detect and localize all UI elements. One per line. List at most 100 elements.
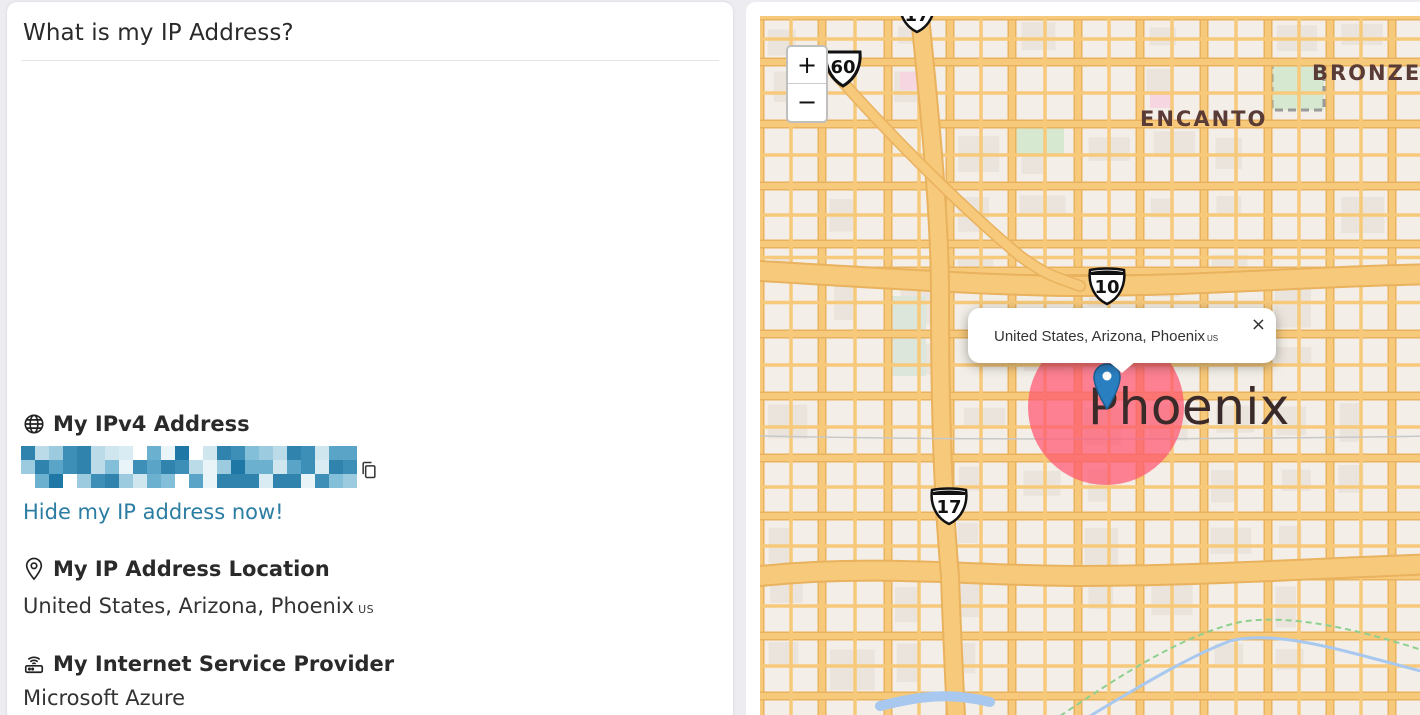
ip-mosaic-pixel (161, 446, 175, 460)
map-block (1339, 403, 1360, 442)
zoom-control: + − (786, 45, 828, 123)
bronze-label: BRONZE (1312, 61, 1420, 85)
map-block (1146, 68, 1175, 93)
ip-mosaic-pixel (287, 446, 301, 460)
ip-mosaic-pixel (119, 474, 133, 488)
ip-mosaic-pixel (245, 460, 259, 474)
copy-icon[interactable] (359, 460, 379, 480)
location-heading: My IP Address Location (23, 557, 330, 581)
map-block (767, 404, 808, 439)
zoom-out-button[interactable]: − (788, 84, 826, 121)
ip-mosaic-pixel (77, 460, 91, 474)
ip-mosaic-pixel (119, 460, 133, 474)
popup-tip (1108, 361, 1136, 373)
popup-country-code: us (1206, 330, 1219, 344)
ip-mosaic-pixel (133, 460, 147, 474)
popup-location: United States, Arizona, Phoenix (994, 328, 1205, 345)
ip-mosaic-pixel (133, 474, 147, 488)
ip-mosaic-pixel (147, 460, 161, 474)
ip-mosaic-pixel (231, 446, 245, 460)
ip-mosaic-pixel (21, 446, 35, 460)
map-block (1210, 527, 1252, 554)
location-map[interactable]: 60 10 17 17 ENCANTO BRONZE Phoenix (760, 16, 1420, 715)
ip-mosaic-pixel (105, 460, 119, 474)
ip-mosaic-pixel (63, 460, 77, 474)
ip-mosaic-pixel (175, 460, 189, 474)
i17-number: 17 (936, 497, 962, 518)
ip-mosaic-pixel (315, 474, 329, 488)
ip-mosaic-pixel (301, 460, 315, 474)
hide-ip-link[interactable]: Hide my IP address now! (23, 500, 284, 524)
ip-mosaic-pixel (343, 474, 357, 488)
neighborhood-label: ENCANTO (1140, 107, 1268, 131)
top-partial-shield: 17 (896, 16, 938, 34)
map-block (1153, 131, 1196, 158)
ip-mosaic-pixel (273, 446, 287, 460)
ip-mosaic-pixel (231, 474, 245, 488)
popup-text: United States, Arizona, Phoenix us (994, 328, 1218, 345)
ip-mosaic-pixel (189, 474, 203, 488)
i10-shield: 10 (1086, 266, 1128, 306)
ip-mosaic-pixel (175, 446, 189, 460)
ip-mosaic-pixel (49, 474, 63, 488)
ip-mosaic-pixel (105, 474, 119, 488)
map-block (1019, 195, 1066, 215)
map-tiles[interactable] (760, 16, 1420, 715)
map-block (959, 584, 979, 618)
ip-mosaic-pixel (343, 446, 357, 460)
ip-mosaic-pixel (147, 446, 161, 460)
map-card: 60 10 17 17 ENCANTO BRONZE Phoenix (746, 2, 1420, 715)
map-block (1023, 470, 1061, 496)
ip-mosaic-pixel (105, 446, 119, 460)
ip-mosaic-pixel (189, 460, 203, 474)
ip-mosaic-pixel (133, 446, 147, 460)
popup-close-button[interactable]: × (1251, 314, 1266, 335)
ip-mosaic-pixel (231, 460, 245, 474)
map-block (1084, 527, 1119, 569)
ip-mosaic-pixel (273, 474, 287, 488)
ip-mosaic-pixel (217, 446, 231, 460)
country-code: us (358, 599, 375, 617)
ip-mosaic-pixel (175, 474, 189, 488)
ip-mosaic-pixel (161, 460, 175, 474)
ip-mosaic-pixel (245, 474, 259, 488)
ip-mosaic-pixel (259, 474, 273, 488)
location-value: United States, Arizona, Phoenix us (23, 594, 374, 618)
ip-mosaic-pixel (77, 474, 91, 488)
top-shield-number: 17 (896, 16, 938, 26)
ip-mosaic-pixel (77, 446, 91, 460)
ip-mosaic-pixel (91, 474, 105, 488)
map-block (963, 407, 1006, 428)
ip-mosaic-pixel (49, 460, 63, 474)
i10-number: 10 (1094, 277, 1120, 298)
ip-mosaic-pixel (63, 474, 77, 488)
ip-mosaic-pixel (21, 460, 35, 474)
us60-shield: 60 (822, 49, 864, 89)
ip-mosaic-pixel (217, 474, 231, 488)
us60-number: 60 (830, 57, 856, 78)
map-block (1274, 284, 1312, 328)
ip-address-blurred (21, 446, 357, 490)
ip-mosaic-pixel (35, 446, 49, 460)
ip-mosaic-pixel (189, 446, 203, 460)
ip-mosaic-pixel (301, 474, 315, 488)
ip-mosaic-pixel (49, 446, 63, 460)
location-text: United States, Arizona, Phoenix (23, 594, 355, 618)
map-pin-icon (25, 557, 43, 581)
isp-heading: My Internet Service Provider (23, 652, 394, 676)
ip-mosaic-pixel (91, 460, 105, 474)
ip-mosaic-pixel (91, 446, 105, 460)
title-divider (21, 60, 719, 61)
globe-icon (24, 414, 44, 434)
ip-mosaic-pixel (35, 474, 49, 488)
map-block (768, 642, 799, 665)
ip-mosaic-pixel (343, 460, 357, 474)
zoom-in-button[interactable]: + (788, 47, 826, 84)
ip-mosaic-pixel (259, 460, 273, 474)
ipv4-heading: My IPv4 Address (23, 412, 250, 436)
ip-mosaic-pixel (119, 446, 133, 460)
location-popup: United States, Arizona, Phoenix us × (968, 308, 1276, 373)
router-icon (24, 656, 44, 674)
ip-mosaic-pixel (329, 460, 343, 474)
ip-mosaic-pixel (21, 474, 35, 488)
